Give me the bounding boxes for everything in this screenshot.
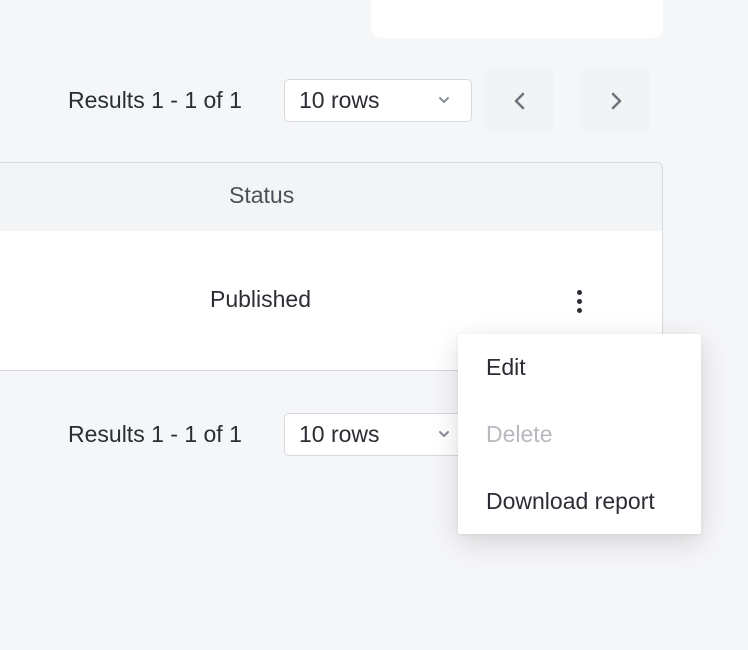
row-actions-menu: Edit Delete Download report [458, 334, 701, 534]
chevron-right-icon [611, 92, 621, 109]
results-count: Results 1 - 1 of 1 [68, 420, 242, 447]
rows-per-page-select[interactable]: 10 rows [284, 412, 472, 456]
next-page-button[interactable] [581, 67, 650, 134]
more-vertical-icon[interactable] [565, 281, 593, 321]
menu-item-edit[interactable]: Edit [458, 334, 701, 401]
prev-page-button[interactable] [485, 67, 554, 134]
chevron-down-icon [439, 96, 449, 103]
chevron-down-icon [439, 430, 449, 437]
rows-per-page-value: 10 rows [299, 420, 380, 447]
menu-item-delete: Delete [486, 421, 553, 447]
chevron-left-icon [514, 92, 524, 109]
rows-per-page-value: 10 rows [299, 86, 380, 113]
column-header-status[interactable]: Status [229, 182, 294, 209]
rows-per-page-select[interactable]: 10 rows [284, 78, 472, 122]
table-header: Status [0, 163, 662, 231]
top-card [371, 0, 663, 38]
results-count: Results 1 - 1 of 1 [68, 86, 242, 113]
page: Results 1 - 1 of 1 10 rows Status Publis… [0, 0, 748, 650]
status-cell: Published [210, 286, 312, 312]
menu-item-download-report[interactable]: Download report [458, 468, 701, 535]
